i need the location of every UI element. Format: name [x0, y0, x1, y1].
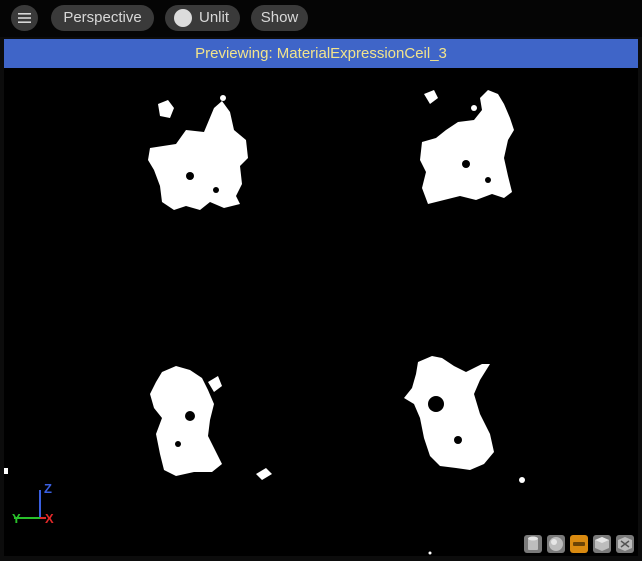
- lighting-mode-label: Unlit: [199, 9, 230, 26]
- viewport-menu-button[interactable]: [11, 5, 38, 31]
- cube-icon: [595, 537, 609, 551]
- axis-x-label: X: [45, 511, 54, 526]
- plane-icon: [573, 542, 585, 546]
- sphere-shape-button[interactable]: [547, 535, 565, 553]
- show-button[interactable]: Show: [251, 5, 308, 31]
- noise-pattern: [4, 90, 525, 555]
- sphere-icon: [174, 9, 192, 27]
- cylinder-icon: [528, 536, 538, 550]
- preview-banner: Previewing: MaterialExpressionCeil_3: [4, 39, 638, 68]
- sphere-icon: [549, 537, 563, 551]
- cube-shape-button[interactable]: [593, 535, 611, 553]
- material-preview-viewport[interactable]: [4, 68, 638, 556]
- viewport-toolbar: Perspective Unlit Show: [0, 0, 642, 37]
- axis-z-label: Z: [44, 481, 52, 496]
- custom-mesh-shape-button[interactable]: [616, 535, 634, 553]
- lighting-mode-button[interactable]: Unlit: [165, 5, 240, 31]
- perspective-button[interactable]: Perspective: [51, 5, 154, 31]
- plane-shape-button[interactable]: [570, 535, 588, 553]
- cylinder-shape-button[interactable]: [524, 535, 542, 553]
- axis-y-label: Y: [12, 511, 21, 526]
- teapot-icon: [618, 537, 632, 551]
- hamburger-icon: [18, 13, 31, 23]
